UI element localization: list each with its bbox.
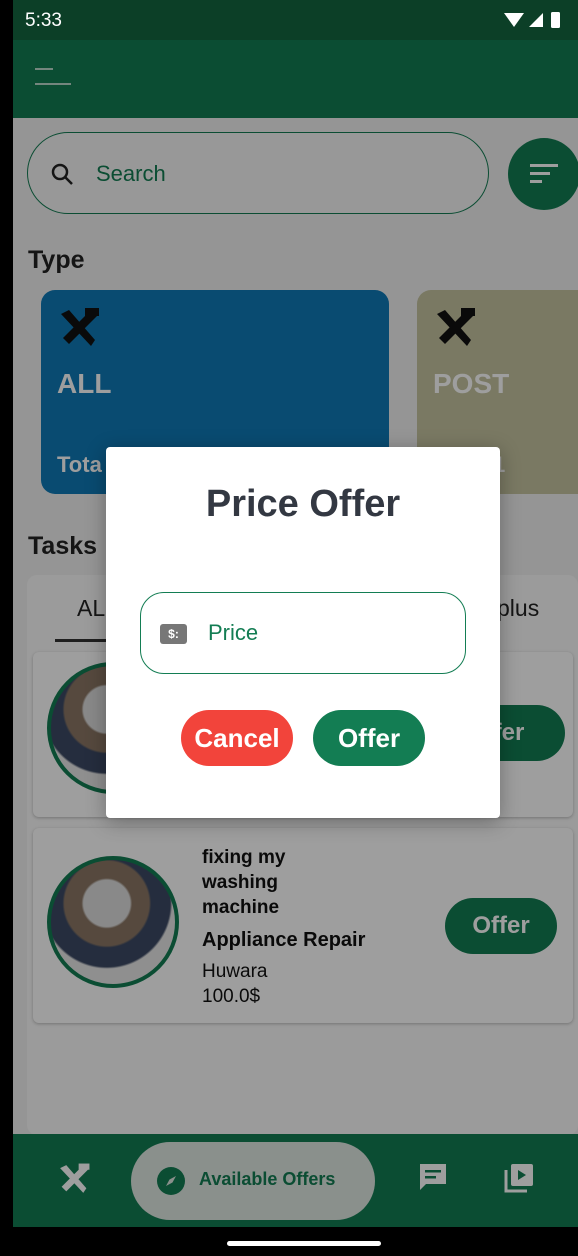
price-tag-icon: $: [160, 624, 187, 644]
price-input[interactable]: $: Price [140, 592, 466, 674]
cancel-button[interactable]: Cancel [181, 710, 293, 766]
status-time: 5:33 [25, 10, 62, 31]
app-screen: 5:33 Search Type ALL Tota POST Tasks AL … [13, 0, 578, 1256]
price-placeholder: Price [208, 620, 259, 645]
system-home-bar [13, 1227, 578, 1256]
home-indicator[interactable] [227, 1241, 381, 1246]
dialog-title: Price Offer [205, 483, 401, 525]
status-bar: 5:33 [13, 0, 578, 40]
price-offer-dialog: Price Offer $: Price Cancel Offer [106, 447, 500, 818]
status-icons [504, 11, 564, 34]
signal-icon [504, 12, 560, 28]
offer-submit-button[interactable]: Offer [313, 710, 425, 766]
